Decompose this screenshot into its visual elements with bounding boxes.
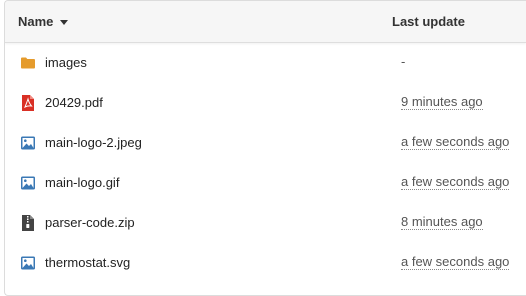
file-name: main-logo-2.jpeg <box>45 135 142 150</box>
file-updated: - <box>401 54 406 69</box>
file-row[interactable]: 20429.pdf 9 minutes ago <box>5 83 526 123</box>
image-icon <box>21 255 35 271</box>
file-row[interactable]: main-logo.gif a few seconds ago <box>5 163 526 203</box>
pdf-icon <box>21 95 35 111</box>
folder-icon <box>21 55 35 71</box>
file-name: 20429.pdf <box>45 95 103 110</box>
file-updated: a few seconds ago <box>401 134 510 150</box>
file-row[interactable]: images - <box>5 43 526 83</box>
table-header: Name Last update <box>5 1 526 43</box>
file-rows: images - 20429.pdf 9 minutes ago main-lo… <box>5 43 526 283</box>
last-update-column-label[interactable]: Last update <box>392 14 465 29</box>
file-updated: 9 minutes ago <box>401 94 483 110</box>
name-column-label: Name <box>18 14 54 29</box>
zip-icon <box>21 215 35 231</box>
image-icon <box>21 135 35 151</box>
file-name: images <box>45 55 87 70</box>
file-updated: a few seconds ago <box>401 174 510 190</box>
file-name: thermostat.svg <box>45 255 131 270</box>
file-row[interactable]: thermostat.svg a few seconds ago <box>5 243 526 283</box>
file-row[interactable]: main-logo-2.jpeg a few seconds ago <box>5 123 526 163</box>
sort-caret-down-icon <box>60 19 69 25</box>
file-row[interactable]: parser-code.zip 8 minutes ago <box>5 203 526 243</box>
file-name: parser-code.zip <box>45 215 135 230</box>
sort-by-name-header[interactable]: Name <box>18 14 69 29</box>
image-icon <box>21 175 35 191</box>
file-updated: a few seconds ago <box>401 254 510 270</box>
file-name: main-logo.gif <box>45 175 120 190</box>
file-list-panel: Name Last update images - 20429.pdf 9 mi… <box>4 0 526 296</box>
file-updated: 8 minutes ago <box>401 214 483 230</box>
